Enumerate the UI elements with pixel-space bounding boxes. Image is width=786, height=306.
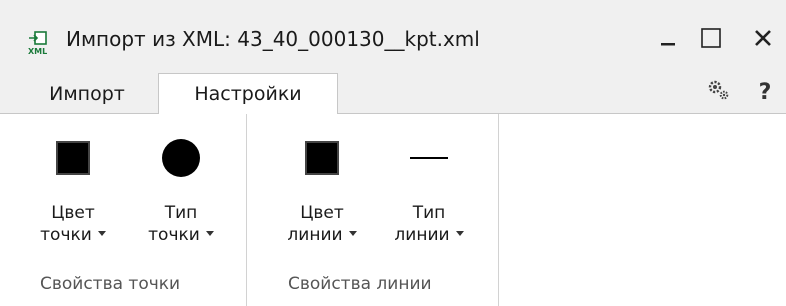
point-color-label: Цвет	[51, 203, 95, 223]
dropdown-caret-icon	[97, 230, 106, 236]
tab-settings[interactable]: Настройки	[158, 73, 338, 114]
filled-circle-icon	[162, 139, 200, 177]
point-type-label: Тип	[164, 203, 198, 223]
close-icon	[753, 28, 773, 52]
filled-square-icon	[56, 141, 90, 175]
group-separator	[246, 114, 247, 306]
line-type-button[interactable]: Тип линии	[392, 130, 466, 246]
xml-import-icon: XML	[26, 30, 52, 56]
help-button[interactable]: ?	[742, 72, 786, 112]
gears-icon	[706, 79, 730, 105]
maximize-icon	[700, 27, 722, 53]
filled-square-icon	[305, 141, 339, 175]
svg-text:XML: XML	[28, 47, 47, 56]
point-type-sublabel: точки	[148, 225, 200, 245]
point-type-button[interactable]: Тип точки	[144, 130, 218, 246]
dropdown-caret-icon	[205, 230, 214, 236]
group-label-line-properties: Свойства линии	[288, 274, 432, 294]
tab-import[interactable]: Импорт	[26, 74, 148, 114]
ribbon-divider	[0, 113, 786, 114]
ribbon-tab-bar: Импорт Настройки ?	[0, 72, 786, 114]
group-label-point-properties: Свойства точки	[40, 274, 181, 294]
group-separator	[498, 114, 499, 306]
window-title: Импорт из XML: 43_40_000130__kpt.xml	[66, 27, 480, 51]
minimize-button[interactable]	[645, 18, 691, 62]
close-button[interactable]	[740, 18, 786, 62]
line-type-label: Тип	[412, 203, 446, 223]
point-color-button[interactable]: Цвет точки	[36, 130, 110, 246]
minimize-icon	[658, 28, 678, 52]
dropdown-caret-icon	[348, 230, 357, 236]
line-color-sublabel: линии	[287, 225, 343, 245]
line-color-label: Цвет	[300, 203, 344, 223]
line-color-button[interactable]: Цвет линии	[285, 130, 359, 246]
dropdown-caret-icon	[455, 230, 464, 236]
solid-line-icon	[410, 157, 448, 159]
point-color-sublabel: точки	[40, 225, 92, 245]
settings-button[interactable]	[695, 72, 741, 112]
line-type-sublabel: линии	[394, 225, 450, 245]
title-bar: XML Импорт из XML: 43_40_000130__kpt.xml	[0, 0, 786, 74]
maximize-button[interactable]	[688, 18, 734, 62]
